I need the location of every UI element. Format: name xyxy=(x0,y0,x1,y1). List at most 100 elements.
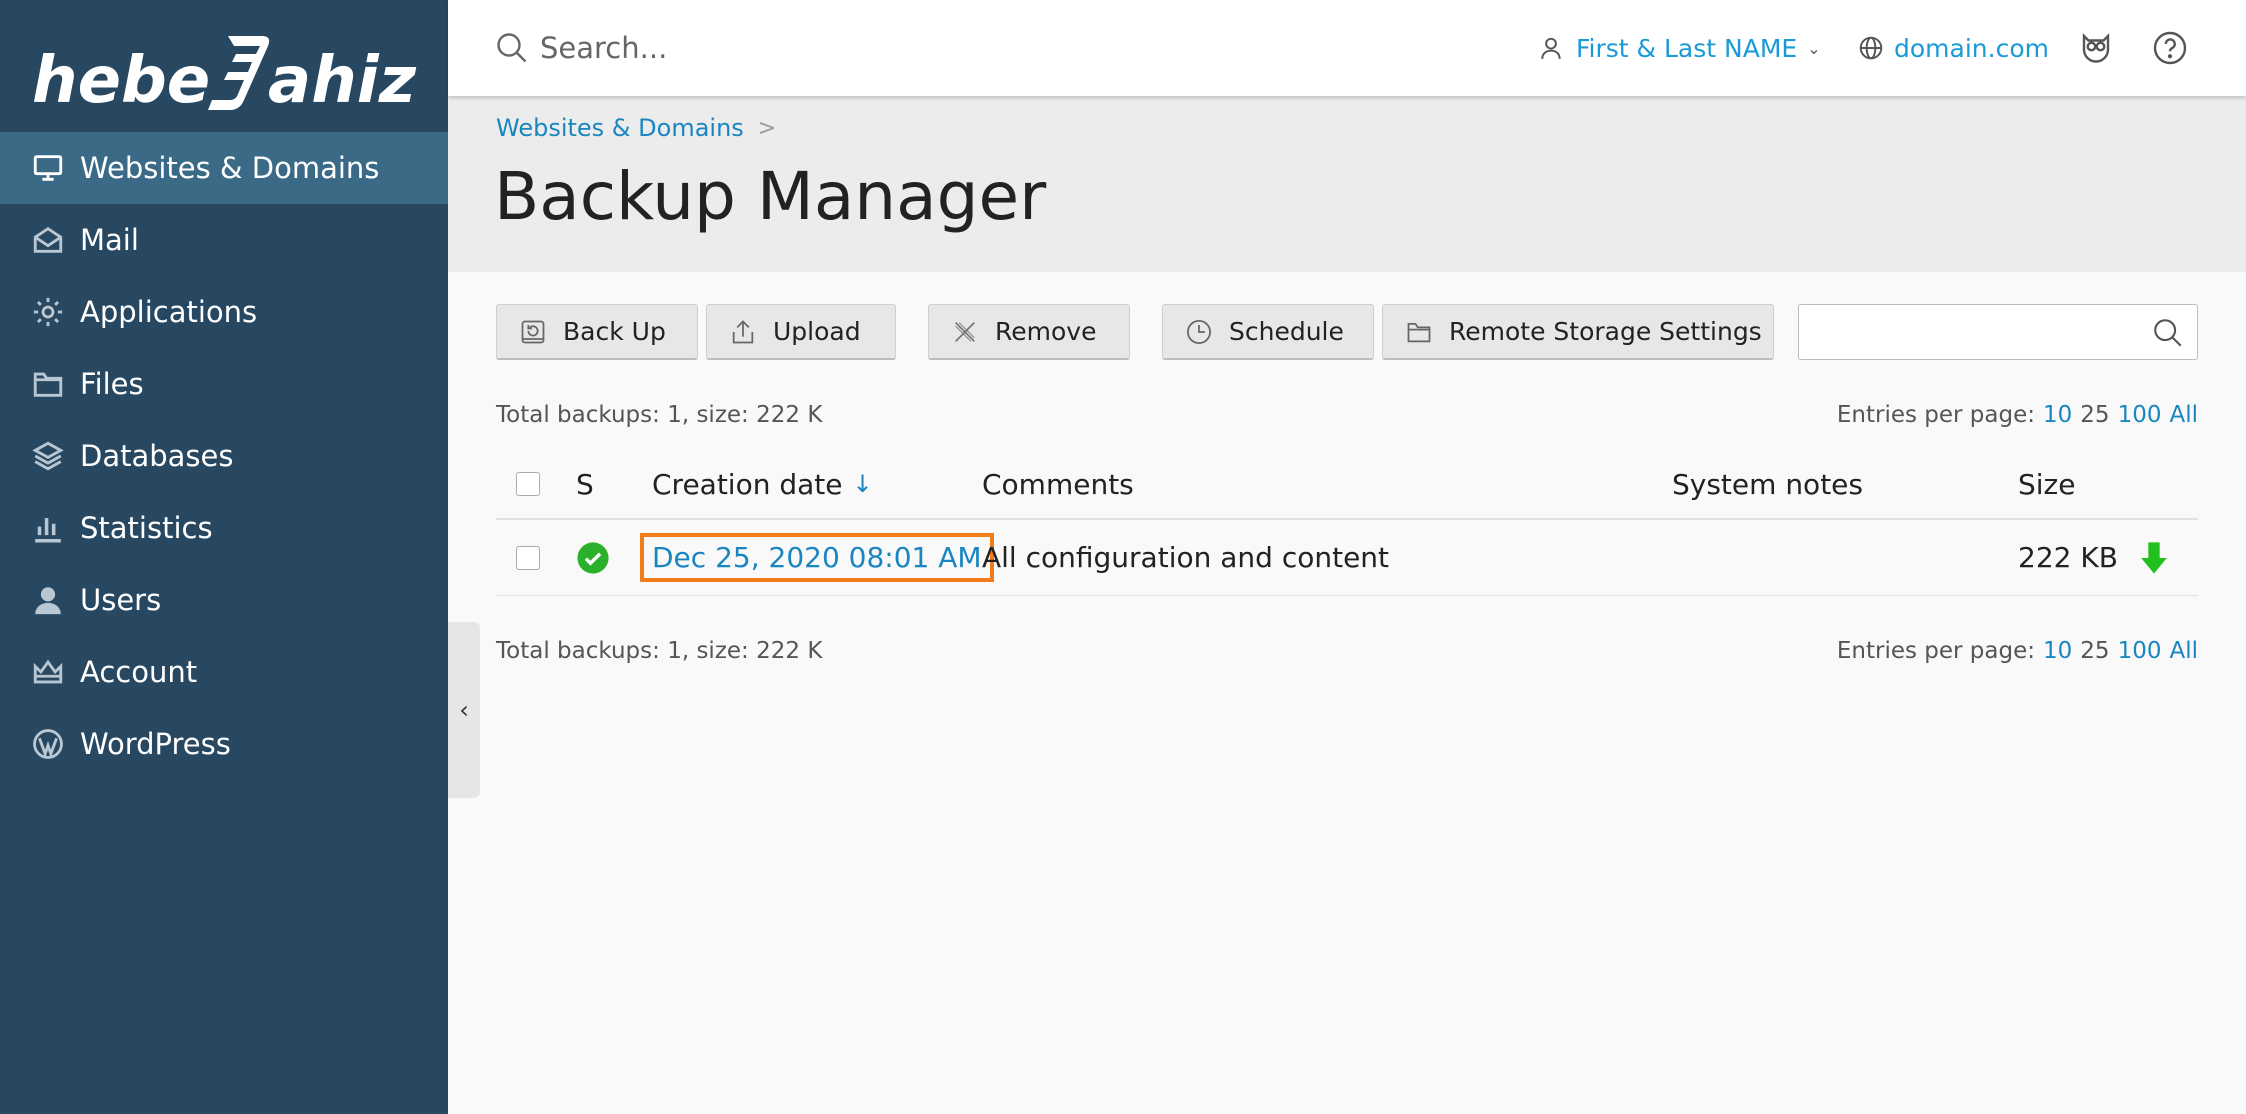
backups-table: S Creation date ↓ Comments System notes … xyxy=(496,450,2198,596)
sidebar-item-label: Account xyxy=(80,655,198,689)
chevron-right-icon: > xyxy=(757,115,777,141)
remove-button[interactable]: Remove xyxy=(928,304,1130,360)
table-header: S Creation date ↓ Comments System notes … xyxy=(496,450,2198,520)
table-row: Dec 25, 2020 08:01 AM All configuration … xyxy=(496,520,2198,596)
sidebar-item-label: Users xyxy=(80,583,162,617)
search-icon xyxy=(494,30,530,66)
download-cell xyxy=(2138,520,2170,595)
status-cell xyxy=(576,520,610,595)
sidebar-item-files[interactable]: Files xyxy=(0,348,448,420)
domain-name: domain.com xyxy=(1894,33,2049,63)
brand-logo[interactable]: hebe ahiz xyxy=(32,20,418,116)
column-status[interactable]: S xyxy=(576,450,594,518)
svg-text:hebe: hebe xyxy=(32,44,210,116)
entries-option-10[interactable]: 10 xyxy=(2043,638,2072,664)
backup-date-link[interactable]: Dec 25, 2020 08:01 AM xyxy=(640,533,994,582)
monitor-icon xyxy=(30,150,66,186)
upload-icon xyxy=(732,319,754,343)
backup-summary-top: Total backups: 1, size: 222 K xyxy=(496,402,823,428)
folder-icon xyxy=(1407,322,1431,342)
sidebar-item-databases[interactable]: Databases xyxy=(0,420,448,492)
sidebar-item-websites-domains[interactable]: Websites & Domains xyxy=(0,132,448,204)
column-size[interactable]: Size xyxy=(2018,450,2075,518)
page-heading: Websites & Domains > Backup Manager xyxy=(448,96,2246,272)
entries-option-25: 25 xyxy=(2080,638,2110,664)
user-name: First & Last NAME xyxy=(1576,33,1798,63)
column-creation-date[interactable]: Creation date ↓ xyxy=(652,450,873,518)
backup-button[interactable]: Back Up xyxy=(496,304,698,360)
help-icon[interactable] xyxy=(2152,30,2188,66)
remove-label: Remove xyxy=(995,317,1097,346)
download-arrow-icon[interactable] xyxy=(2138,541,2170,575)
entries-per-page-bottom: Entries per page: 10 25 100 All xyxy=(1837,638,2198,664)
size-cell: 222 KB xyxy=(2018,541,2118,574)
entries-option-100[interactable]: 100 xyxy=(2118,402,2162,428)
layers-icon xyxy=(30,438,66,474)
sidebar-item-statistics[interactable]: Statistics xyxy=(0,492,448,564)
page-title: Backup Manager xyxy=(494,158,1047,235)
row-checkbox[interactable] xyxy=(516,545,540,570)
schedule-label: Schedule xyxy=(1229,317,1344,346)
sidebar-nav: Websites & Domains Mail Applications Fil… xyxy=(0,132,448,780)
entries-option-all[interactable]: All xyxy=(2169,638,2198,664)
user-icon xyxy=(1541,37,1561,59)
entries-option-10[interactable]: 10 xyxy=(2043,402,2072,428)
backup-icon xyxy=(521,320,545,343)
envelope-icon xyxy=(30,222,66,258)
schedule-button[interactable]: Schedule xyxy=(1162,304,1374,360)
sidebar-item-label: WordPress xyxy=(80,727,231,761)
column-comments[interactable]: Comments xyxy=(982,450,1134,518)
sidebar-item-label: Statistics xyxy=(80,511,213,545)
backup-label: Back Up xyxy=(563,317,666,346)
comments-cell: All configuration and content xyxy=(982,541,1390,574)
top-header: First & Last NAME ⌄ domain.com xyxy=(448,0,2246,96)
backup-summary-bottom: Total backups: 1, size: 222 K xyxy=(496,638,823,664)
sidebar-item-label: Databases xyxy=(80,439,234,473)
search-icon[interactable] xyxy=(2151,316,2185,350)
sidebar-item-label: Files xyxy=(80,367,144,401)
date-cell: Dec 25, 2020 08:01 AM xyxy=(640,520,994,595)
sidebar: hebe ahiz Websites & Domains Mail Applic… xyxy=(0,0,448,1114)
user-menu[interactable]: First & Last NAME ⌄ xyxy=(1538,28,1821,68)
entries-option-all[interactable]: All xyxy=(2169,402,2198,428)
sidebar-item-applications[interactable]: Applications xyxy=(0,276,448,348)
entries-option-25: 25 xyxy=(2080,402,2110,428)
remote-storage-label: Remote Storage Settings xyxy=(1449,317,1762,346)
sidebar-collapse-handle[interactable]: ‹ xyxy=(448,622,480,798)
chevron-left-icon: ‹ xyxy=(459,696,469,724)
check-circle-icon xyxy=(577,541,609,574)
select-all-checkbox[interactable] xyxy=(516,472,540,496)
remote-storage-settings-button[interactable]: Remote Storage Settings xyxy=(1382,304,1774,360)
gear-icon xyxy=(30,294,66,330)
sidebar-item-label: Websites & Domains xyxy=(80,151,380,185)
column-system-notes[interactable]: System notes xyxy=(1672,450,1863,518)
select-all-cell xyxy=(516,450,540,518)
clock-icon xyxy=(1187,319,1211,344)
list-search-input[interactable] xyxy=(1809,313,2129,351)
list-search-field xyxy=(1798,304,2198,360)
wordpress-icon xyxy=(30,726,66,762)
domain-menu[interactable]: domain.com xyxy=(1858,28,2049,68)
crown-icon xyxy=(30,654,66,690)
entries-label: Entries per page: xyxy=(1836,402,2036,428)
globe-icon xyxy=(1859,36,1883,60)
entries-per-page-top: Entries per page: 10 25 100 All xyxy=(1837,402,2198,428)
global-search-input[interactable] xyxy=(540,24,1140,72)
bar-chart-icon xyxy=(30,510,66,546)
entries-option-100[interactable]: 100 xyxy=(2118,638,2162,664)
folder-icon xyxy=(30,366,66,402)
breadcrumb-websites-domains[interactable]: Websites & Domains xyxy=(496,114,744,142)
row-select-cell xyxy=(516,520,540,595)
sidebar-item-users[interactable]: Users xyxy=(0,564,448,636)
upload-button[interactable]: Upload xyxy=(706,304,896,360)
sidebar-item-wordpress[interactable]: WordPress xyxy=(0,708,448,780)
sidebar-item-label: Applications xyxy=(80,295,258,329)
sort-desc-icon: ↓ xyxy=(852,470,873,498)
sidebar-item-mail[interactable]: Mail xyxy=(0,204,448,276)
svg-text:ahiz: ahiz xyxy=(268,44,417,116)
breadcrumb: Websites & Domains > xyxy=(496,114,776,142)
sidebar-item-account[interactable]: Account xyxy=(0,636,448,708)
user-icon xyxy=(30,582,66,618)
sidebar-item-label: Mail xyxy=(80,223,139,257)
owl-icon[interactable] xyxy=(2078,30,2114,66)
